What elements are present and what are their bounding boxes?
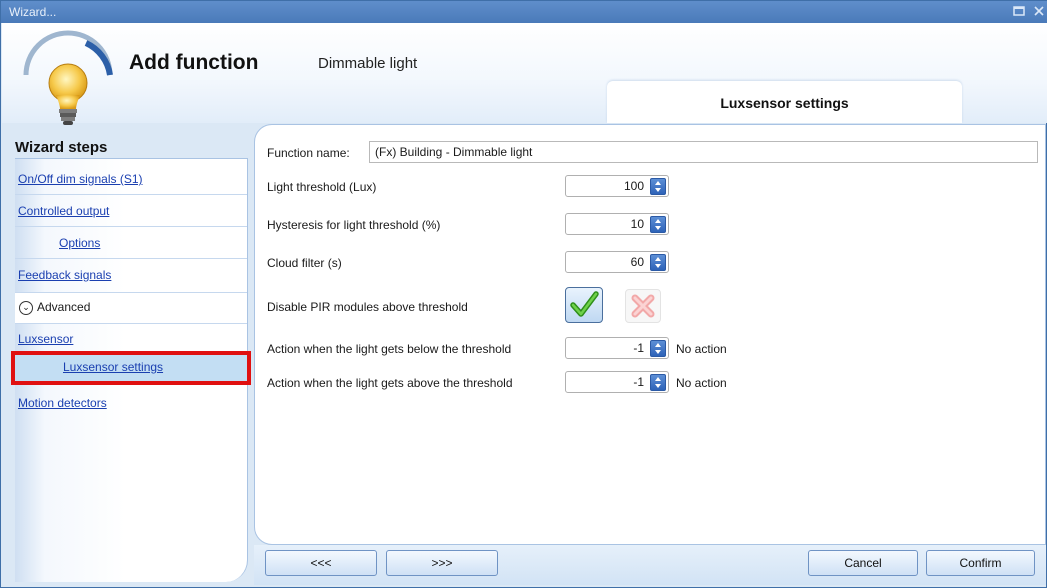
page-title: Add function — [129, 51, 259, 74]
sidebar-item-onoff-dim-signals[interactable]: On/Off dim signals (S1) — [15, 163, 247, 195]
settings-panel: Function name: (Fx) Building - Dimmable … — [254, 124, 1046, 545]
yes-checkmark-button[interactable] — [565, 287, 603, 323]
wizard-steps-title: Wizard steps — [15, 139, 108, 156]
chevron-down-icon[interactable]: ⌄ — [19, 300, 33, 315]
function-name-label: Function name: — [267, 146, 350, 160]
below-threshold-label: Action when the light gets below the thr… — [267, 342, 512, 356]
sidebar-item-luxsensor-settings[interactable]: Luxsensor settings — [11, 351, 251, 385]
lightbulb-logo-icon — [23, 30, 113, 125]
tab-luxsensor-settings[interactable]: Luxsensor settings — [607, 81, 962, 123]
cross-icon — [631, 294, 655, 318]
sidebar-item-motion-detectors[interactable]: Motion detectors — [15, 387, 247, 419]
below-threshold-stepper[interactable]: -1 — [565, 337, 669, 359]
no-cross-button[interactable] — [625, 289, 661, 323]
spin-arrows-icon[interactable] — [650, 374, 666, 391]
wizard-header: Add function Dimmable light Luxsensor se… — [2, 23, 1047, 125]
sidebar-item-controlled-output[interactable]: Controlled output — [15, 195, 247, 227]
above-threshold-stepper[interactable]: -1 — [565, 371, 669, 393]
above-action-text: No action — [676, 376, 727, 390]
light-threshold-stepper[interactable]: 100 — [565, 175, 669, 197]
above-threshold-label: Action when the light gets above the thr… — [267, 376, 513, 390]
hysteresis-label: Hysteresis for light threshold (%) — [267, 218, 441, 232]
hysteresis-stepper[interactable]: 10 — [565, 213, 669, 235]
below-action-text: No action — [676, 342, 727, 356]
function-name-field[interactable]: (Fx) Building - Dimmable light — [369, 141, 1038, 163]
confirm-button[interactable]: Confirm — [926, 550, 1035, 576]
disable-pir-label: Disable PIR modules above threshold — [267, 300, 468, 314]
sidebar-item-feedback-signals[interactable]: Feedback signals — [15, 259, 247, 291]
light-threshold-label: Light threshold (Lux) — [267, 180, 377, 194]
wizard-window: Wizard... Add function Dimmable light Lu… — [0, 0, 1047, 588]
checkmark-icon — [570, 291, 599, 317]
spin-arrows-icon[interactable] — [650, 178, 666, 195]
title-bar: Wizard... — [1, 1, 1047, 23]
cloud-filter-label: Cloud filter (s) — [267, 256, 342, 270]
spin-arrows-icon[interactable] — [650, 254, 666, 271]
sidebar-group-advanced[interactable]: ⌄ Advanced — [15, 292, 247, 324]
spin-arrows-icon[interactable] — [650, 340, 666, 357]
cloud-filter-stepper[interactable]: 60 — [565, 251, 669, 273]
window-title: Wizard... — [9, 5, 57, 19]
spin-arrows-icon[interactable] — [650, 216, 666, 233]
next-button[interactable]: >>> — [386, 550, 498, 576]
cancel-button[interactable]: Cancel — [808, 550, 918, 576]
function-type-label: Dimmable light — [318, 55, 418, 72]
previous-button[interactable]: <<< — [265, 550, 377, 576]
sidebar-item-options[interactable]: Options — [15, 227, 247, 259]
maximize-icon[interactable] — [1011, 4, 1027, 20]
close-icon[interactable] — [1031, 4, 1047, 20]
